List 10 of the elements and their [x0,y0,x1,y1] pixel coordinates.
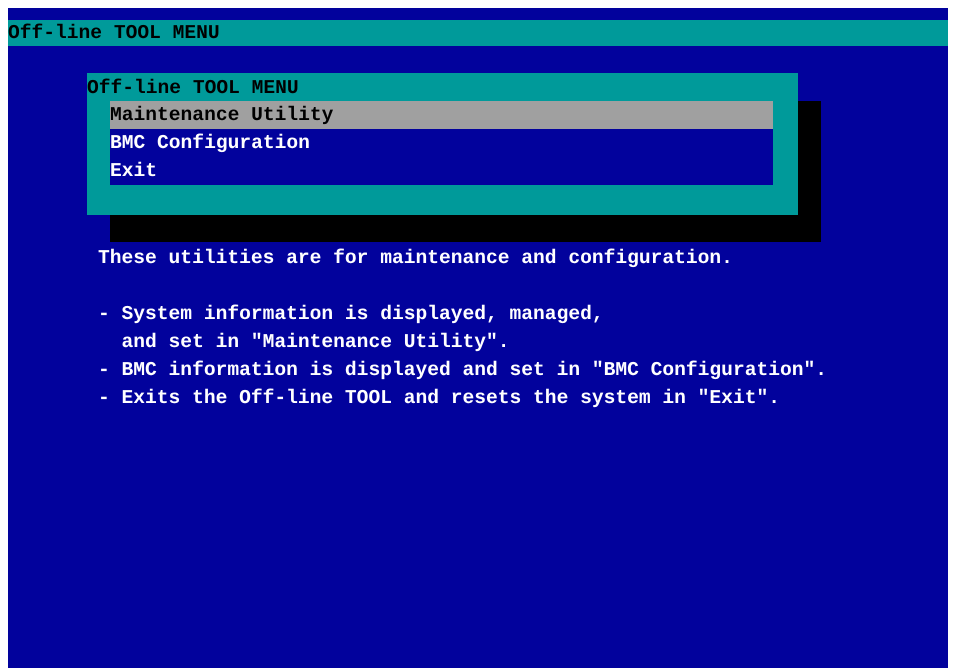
description-line: - System information is displayed, managed, [98,302,604,327]
title-text: Off-line TOOL MENU [8,21,220,46]
menu-item[interactable]: BMC Configuration [110,129,773,157]
description-line: - BMC information is displayed and set in "BMC Configuration". [98,358,828,383]
description-line: and set in "Maintenance Utility". [120,330,510,355]
menu-item[interactable]: Exit [110,157,773,185]
intro-text: These utilities are for maintenance and configuration. [98,246,733,271]
description-line: - Exits the Off-line TOOL and resets the system in "Exit". [98,386,780,411]
dialog-title: Off-line TOOL MENU [87,76,299,101]
menu-item[interactable]: Maintenance Utility [110,101,773,129]
